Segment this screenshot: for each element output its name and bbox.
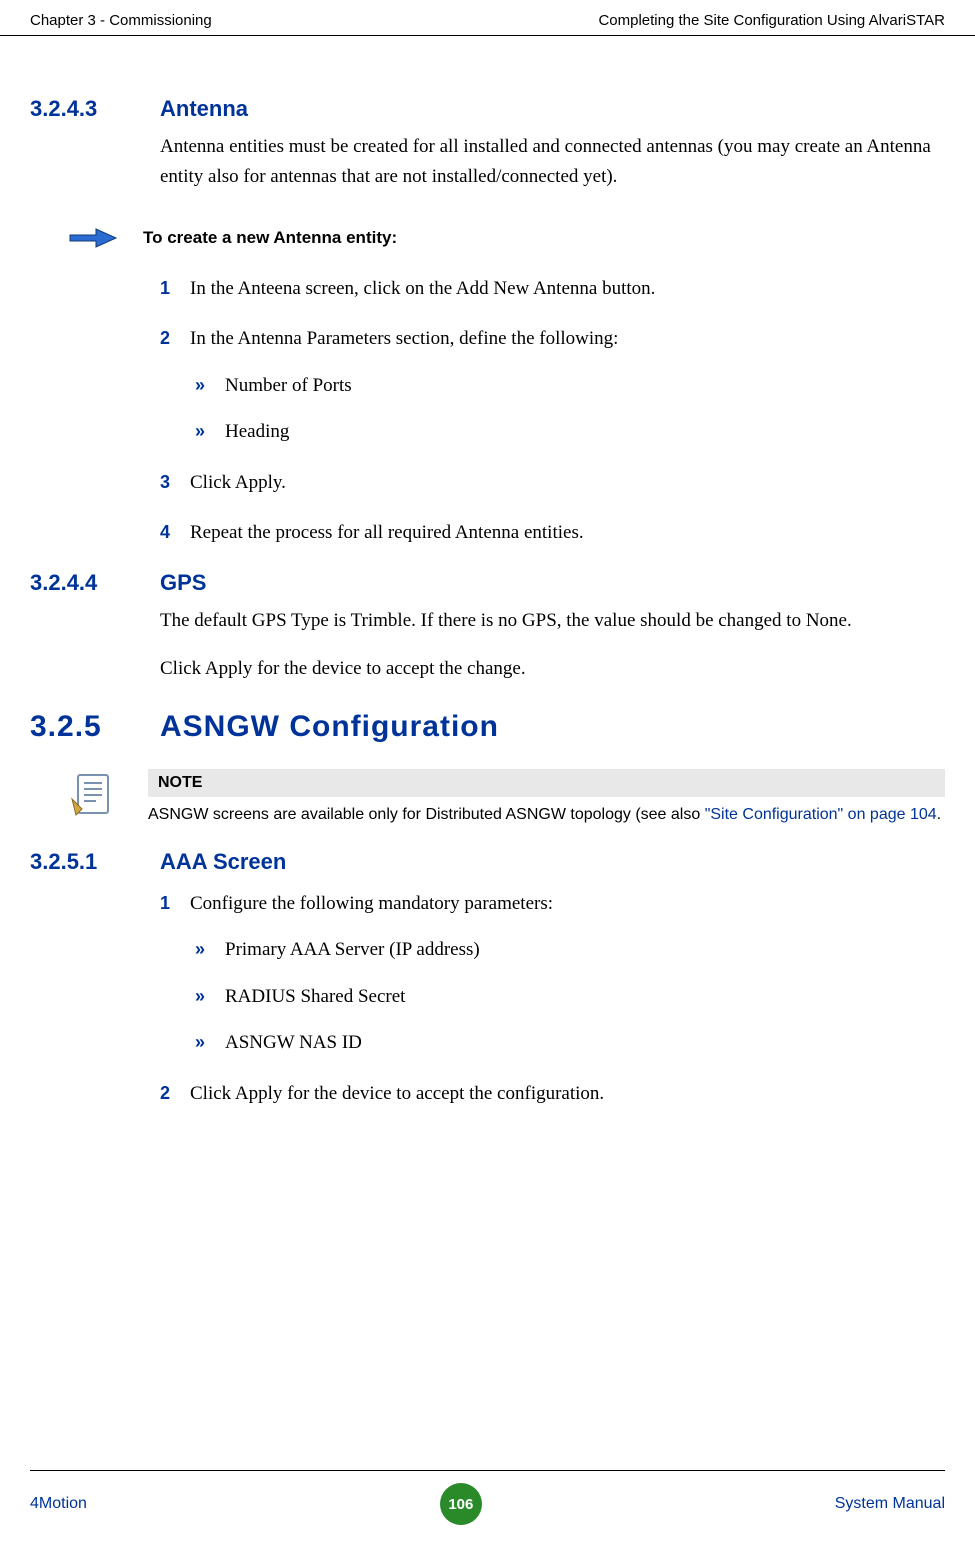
bullet-item: » Primary AAA Server (IP address) — [195, 936, 945, 965]
step-number: 3 — [160, 469, 190, 498]
section-title: ASNGW Configuration — [160, 710, 499, 744]
gps-paragraph-2: Click Apply for the device to accept the… — [160, 654, 945, 684]
footer-right: System Manual — [835, 1495, 945, 1513]
note-text: ASNGW screens are available only for Dis… — [148, 797, 945, 827]
step-text: In the Antenna Parameters section, defin… — [190, 325, 618, 354]
step-4: 4 Repeat the process for all required An… — [160, 519, 945, 548]
section-title: Antenna — [160, 96, 248, 122]
step-text: In the Anteena screen, click on the Add … — [190, 275, 655, 304]
header-right: Completing the Site Configuration Using … — [598, 12, 945, 29]
bullet-icon: » — [195, 418, 225, 447]
step-number: 1 — [160, 275, 190, 304]
note-text-part1: ASNGW screens are available only for Dis… — [148, 806, 705, 823]
step-number: 1 — [160, 890, 190, 919]
antenna-paragraph: Antenna entities must be created for all… — [160, 132, 945, 193]
bullet-item: » RADIUS Shared Secret — [195, 983, 945, 1012]
step-3: 3 Click Apply. — [160, 469, 945, 498]
bullet-text: RADIUS Shared Secret — [225, 983, 405, 1012]
arrow-icon — [68, 223, 118, 253]
step-number: 2 — [160, 1080, 190, 1109]
step-2: 2 In the Antenna Parameters section, def… — [160, 325, 945, 354]
bullet-item: » ASNGW NAS ID — [195, 1029, 945, 1058]
step-text: Click Apply. — [190, 469, 286, 498]
page-footer: 4Motion 106 System Manual — [30, 1470, 945, 1525]
section-number: 3.2.5.1 — [30, 849, 160, 875]
section-title: AAA Screen — [160, 849, 286, 875]
section-number: 3.2.4.4 — [30, 570, 160, 596]
note-label: NOTE — [148, 769, 945, 797]
step-text: Configure the following mandatory parame… — [190, 890, 553, 919]
step-1: 1 In the Anteena screen, click on the Ad… — [160, 275, 945, 304]
note-content: NOTE ASNGW screens are available only fo… — [148, 769, 945, 827]
aaa-step-2: 2 Click Apply for the device to accept t… — [160, 1080, 945, 1109]
bullet-item: » Number of Ports — [195, 372, 945, 401]
section-gps-heading: 3.2.4.4 GPS — [30, 570, 945, 596]
page-header: Chapter 3 - Commissioning Completing the… — [0, 0, 975, 36]
step-text: Repeat the process for all required Ante… — [190, 519, 584, 548]
step-text: Click Apply for the device to accept the… — [190, 1080, 604, 1109]
bullet-text: ASNGW NAS ID — [225, 1029, 362, 1058]
step-number: 2 — [160, 325, 190, 354]
header-left: Chapter 3 - Commissioning — [30, 12, 212, 29]
bullet-icon: » — [195, 372, 225, 401]
section-asngw-heading: 3.2.5 ASNGW Configuration — [30, 710, 945, 744]
section-title: GPS — [160, 570, 206, 596]
bullet-icon: » — [195, 1029, 225, 1058]
procedure-header: To create a new Antenna entity: — [68, 223, 945, 253]
bullet-icon: » — [195, 983, 225, 1012]
bullet-icon: » — [195, 936, 225, 965]
section-antenna-heading: 3.2.4.3 Antenna — [30, 96, 945, 122]
footer-left: 4Motion — [30, 1495, 87, 1513]
note-link[interactable]: "Site Configuration" on page 104 — [705, 806, 937, 823]
bullet-text: Heading — [225, 418, 289, 447]
bullet-item: » Heading — [195, 418, 945, 447]
step-number: 4 — [160, 519, 190, 548]
procedure-title: To create a new Antenna entity: — [143, 228, 397, 248]
bullet-text: Number of Ports — [225, 372, 352, 401]
page-content: 3.2.4.3 Antenna Antenna entities must be… — [0, 36, 975, 1108]
section-aaa-heading: 3.2.5.1 AAA Screen — [30, 849, 945, 875]
bullet-text: Primary AAA Server (IP address) — [225, 936, 480, 965]
note-box: NOTE ASNGW screens are available only fo… — [68, 769, 945, 827]
section-number: 3.2.5 — [30, 710, 160, 744]
gps-paragraph-1: The default GPS Type is Trimble. If ther… — [160, 606, 945, 636]
section-number: 3.2.4.3 — [30, 96, 160, 122]
note-icon — [68, 769, 118, 819]
aaa-step-1: 1 Configure the following mandatory para… — [160, 890, 945, 919]
note-text-part2: . — [937, 806, 941, 823]
page-number-badge: 106 — [440, 1483, 482, 1525]
